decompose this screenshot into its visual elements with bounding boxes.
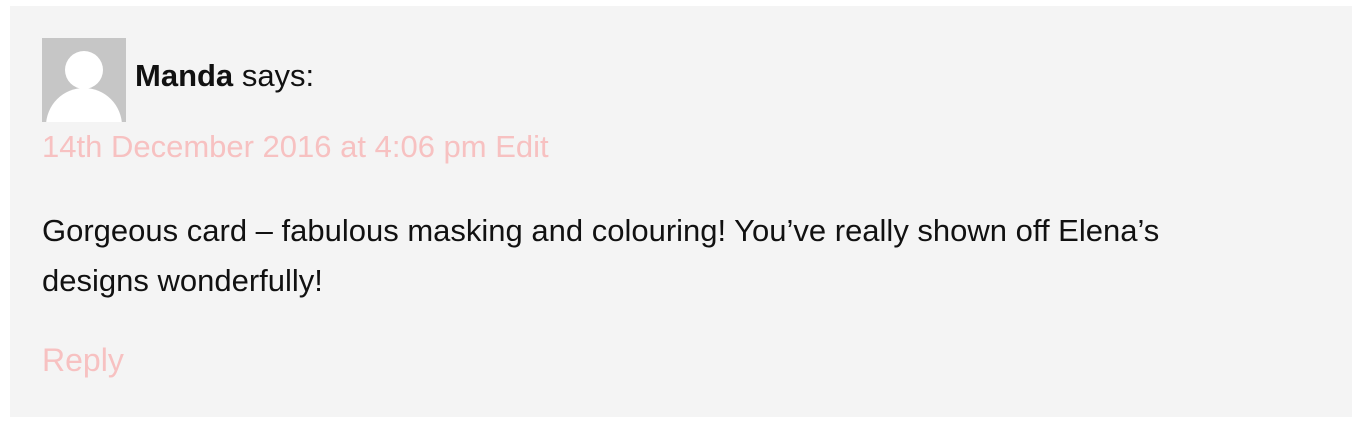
reply-link[interactable]: Reply xyxy=(42,340,124,380)
default-user-avatar-icon xyxy=(42,38,126,122)
comment-text: Gorgeous card – fabulous masking and col… xyxy=(42,213,1160,298)
comment-card: Manda says: 14th December 2016 at 4:06 p… xyxy=(10,6,1352,417)
avatar-silhouette xyxy=(46,51,122,122)
comment-author-name: Manda xyxy=(135,58,234,93)
says-label: says: xyxy=(241,58,315,93)
comment-author-line: Manda says: xyxy=(135,58,314,94)
comment-meta: 14th December 2016 at 4:06 pm Edit xyxy=(42,128,549,166)
edit-comment-link[interactable]: Edit xyxy=(495,129,548,164)
comment-date-link[interactable]: 14th December 2016 at 4:06 pm xyxy=(42,129,487,164)
comment-header: Manda says: xyxy=(42,38,314,122)
